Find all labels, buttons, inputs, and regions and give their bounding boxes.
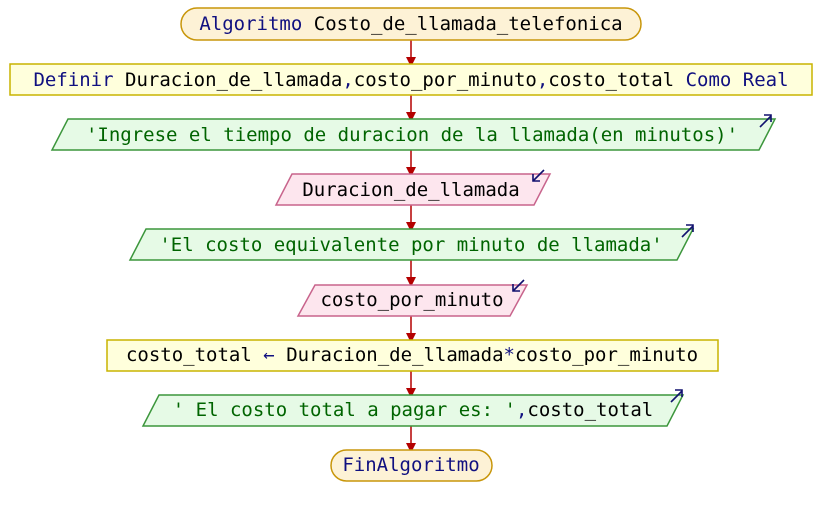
output-block-3: ' El costo total a pagar es: ',costo_tot… (141, 389, 685, 427)
var-costo-total: costo_total (548, 69, 674, 91)
output-string: ' El costo total a pagar es: ' (173, 399, 516, 421)
definir-keyword: Definir (33, 69, 113, 91)
input-text-1: Duracion_de_llamada (302, 179, 519, 201)
como-real-keyword: Como Real (686, 69, 789, 91)
start-terminal: Algoritmo Costo_de_llamada_telefonica (180, 7, 642, 41)
input-block-1: Duracion_de_llamada (274, 169, 552, 206)
separator: , (516, 399, 527, 421)
var-costo-por-minuto: costo_por_minuto (354, 69, 537, 91)
end-terminal-text: FinAlgoritmo (342, 454, 479, 476)
output-var: costo_total (527, 399, 653, 421)
output-block-2: 'El costo equivalente por minuto de llam… (128, 224, 695, 261)
algorithm-name-value: Costo_de_llamada_telefonica (314, 13, 623, 35)
input-block-2: costo_por_minuto (296, 279, 529, 317)
end-terminal: FinAlgoritmo (330, 449, 493, 482)
separator: , (537, 69, 548, 91)
var-duracion: Duracion_de_llamada (125, 69, 342, 91)
input-text-2: costo_por_minuto (320, 289, 503, 311)
algorithm-name (302, 13, 313, 35)
assign-operand-1: Duracion_de_llamada (286, 344, 503, 366)
output-block-1: 'Ingrese el tiempo de duracion de la lla… (50, 114, 777, 151)
start-terminal-text: Algoritmo Costo_de_llamada_telefonica (199, 13, 622, 35)
assignment-process: costo_total ← Duracion_de_llamada*costo_… (106, 339, 719, 372)
define-process: Definir Duracion_de_llamada,costo_por_mi… (9, 63, 813, 96)
assignment-text: costo_total ← Duracion_de_llamada*costo_… (126, 344, 698, 366)
algoritmo-keyword: Algoritmo (199, 13, 302, 35)
flowchart: Algoritmo Costo_de_llamada_telefonica De… (9, 7, 813, 482)
assign-arrow: ← (263, 344, 274, 366)
assign-operand-2: costo_por_minuto (515, 344, 698, 366)
output-text-3: ' El costo total a pagar es: ',costo_tot… (173, 399, 653, 421)
separator: , (342, 69, 353, 91)
output-text-1: 'Ingrese el tiempo de duracion de la lla… (86, 124, 738, 146)
assign-operator: * (504, 344, 515, 366)
assign-target: costo_total (126, 344, 252, 366)
define-process-text: Definir Duracion_de_llamada,costo_por_mi… (33, 69, 788, 91)
output-text-2: 'El costo equivalente por minuto de llam… (159, 234, 662, 256)
